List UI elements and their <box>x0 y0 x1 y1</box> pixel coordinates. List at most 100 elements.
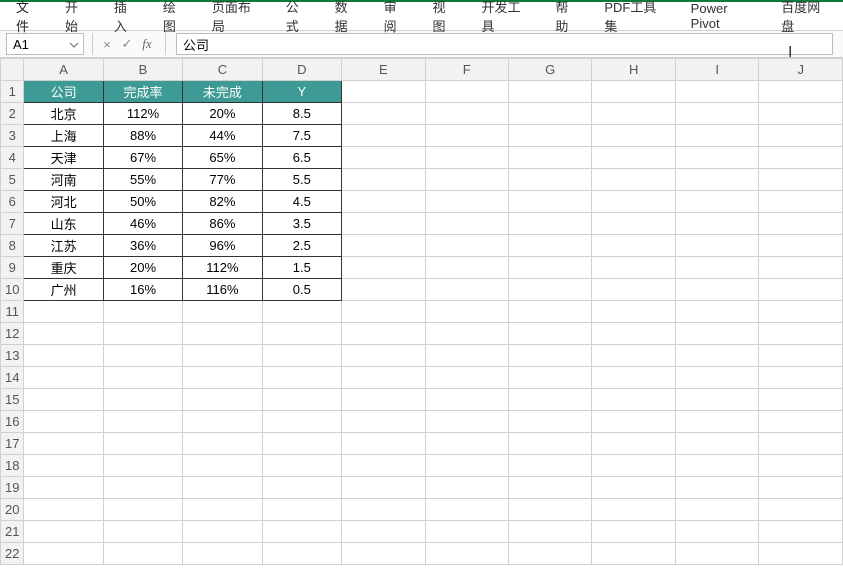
cell-I21[interactable] <box>675 521 758 543</box>
cell-H17[interactable] <box>592 433 675 455</box>
row-header-3[interactable]: 3 <box>1 125 24 147</box>
cell-C3[interactable]: 44% <box>183 125 262 147</box>
cell-I12[interactable] <box>675 323 758 345</box>
cell-F14[interactable] <box>425 367 508 389</box>
row-header-16[interactable]: 16 <box>1 411 24 433</box>
cell-J11[interactable] <box>759 301 843 323</box>
cell-I1[interactable] <box>675 81 758 103</box>
cell-A17[interactable] <box>24 433 103 455</box>
cell-F8[interactable] <box>425 235 508 257</box>
cell-A16[interactable] <box>24 411 103 433</box>
cell-F12[interactable] <box>425 323 508 345</box>
cell-H8[interactable] <box>592 235 675 257</box>
cell-F4[interactable] <box>425 147 508 169</box>
cell-G15[interactable] <box>509 389 592 411</box>
cell-J16[interactable] <box>759 411 843 433</box>
cell-E19[interactable] <box>342 477 425 499</box>
cell-G9[interactable] <box>509 257 592 279</box>
name-box[interactable]: A1 <box>6 33 84 55</box>
cell-G14[interactable] <box>509 367 592 389</box>
cell-C15[interactable] <box>183 389 262 411</box>
cell-C9[interactable]: 112% <box>183 257 262 279</box>
enter-formula-button[interactable]: ✓ <box>117 36 137 52</box>
cell-G1[interactable] <box>509 81 592 103</box>
cell-J17[interactable] <box>759 433 843 455</box>
cell-B13[interactable] <box>103 345 182 367</box>
cell-B9[interactable]: 20% <box>103 257 182 279</box>
cell-C14[interactable] <box>183 367 262 389</box>
cell-H19[interactable] <box>592 477 675 499</box>
cell-J14[interactable] <box>759 367 843 389</box>
cell-D12[interactable] <box>262 323 341 345</box>
cell-A5[interactable]: 河南 <box>24 169 103 191</box>
cell-E18[interactable] <box>342 455 425 477</box>
cell-A10[interactable]: 广州 <box>24 279 103 301</box>
cell-C21[interactable] <box>183 521 262 543</box>
cell-H16[interactable] <box>592 411 675 433</box>
cell-D22[interactable] <box>262 543 341 565</box>
cell-E5[interactable] <box>342 169 425 191</box>
column-header-A[interactable]: A <box>24 59 103 81</box>
select-all-corner[interactable] <box>1 59 24 81</box>
column-header-B[interactable]: B <box>103 59 182 81</box>
cell-G4[interactable] <box>509 147 592 169</box>
row-header-9[interactable]: 9 <box>1 257 24 279</box>
cell-J19[interactable] <box>759 477 843 499</box>
cell-C16[interactable] <box>183 411 262 433</box>
row-header-20[interactable]: 20 <box>1 499 24 521</box>
cell-D6[interactable]: 4.5 <box>262 191 341 213</box>
cell-E17[interactable] <box>342 433 425 455</box>
cell-J10[interactable] <box>759 279 843 301</box>
cell-C1[interactable]: 未完成 <box>183 81 262 103</box>
cell-F1[interactable] <box>425 81 508 103</box>
cell-B10[interactable]: 16% <box>103 279 182 301</box>
cell-J9[interactable] <box>759 257 843 279</box>
cell-B15[interactable] <box>103 389 182 411</box>
cell-B12[interactable] <box>103 323 182 345</box>
cell-I10[interactable] <box>675 279 758 301</box>
cell-J8[interactable] <box>759 235 843 257</box>
cell-I22[interactable] <box>675 543 758 565</box>
cell-G2[interactable] <box>509 103 592 125</box>
cell-D11[interactable] <box>262 301 341 323</box>
row-header-19[interactable]: 19 <box>1 477 24 499</box>
cell-G21[interactable] <box>509 521 592 543</box>
row-header-2[interactable]: 2 <box>1 103 24 125</box>
cell-E8[interactable] <box>342 235 425 257</box>
cell-G5[interactable] <box>509 169 592 191</box>
cell-C4[interactable]: 65% <box>183 147 262 169</box>
cell-H20[interactable] <box>592 499 675 521</box>
cell-E13[interactable] <box>342 345 425 367</box>
row-header-21[interactable]: 21 <box>1 521 24 543</box>
row-header-5[interactable]: 5 <box>1 169 24 191</box>
cell-H2[interactable] <box>592 103 675 125</box>
cell-G7[interactable] <box>509 213 592 235</box>
cell-H3[interactable] <box>592 125 675 147</box>
spreadsheet-grid[interactable]: ABCDEFGHIJ1公司完成率未完成Y2北京112%20%8.53上海88%4… <box>0 58 843 582</box>
cell-D8[interactable]: 2.5 <box>262 235 341 257</box>
cell-G22[interactable] <box>509 543 592 565</box>
cell-H21[interactable] <box>592 521 675 543</box>
cell-A21[interactable] <box>24 521 103 543</box>
cell-H5[interactable] <box>592 169 675 191</box>
cell-A12[interactable] <box>24 323 103 345</box>
cell-I14[interactable] <box>675 367 758 389</box>
cell-H14[interactable] <box>592 367 675 389</box>
cell-D2[interactable]: 8.5 <box>262 103 341 125</box>
row-header-7[interactable]: 7 <box>1 213 24 235</box>
cell-F20[interactable] <box>425 499 508 521</box>
cell-D1[interactable]: Y <box>262 81 341 103</box>
cell-G12[interactable] <box>509 323 592 345</box>
chevron-down-icon[interactable] <box>69 38 79 53</box>
cell-E20[interactable] <box>342 499 425 521</box>
cell-I13[interactable] <box>675 345 758 367</box>
cell-J3[interactable] <box>759 125 843 147</box>
row-header-15[interactable]: 15 <box>1 389 24 411</box>
cell-F15[interactable] <box>425 389 508 411</box>
column-header-C[interactable]: C <box>183 59 262 81</box>
cell-H11[interactable] <box>592 301 675 323</box>
cell-B2[interactable]: 112% <box>103 103 182 125</box>
row-header-13[interactable]: 13 <box>1 345 24 367</box>
cell-F3[interactable] <box>425 125 508 147</box>
cell-F18[interactable] <box>425 455 508 477</box>
